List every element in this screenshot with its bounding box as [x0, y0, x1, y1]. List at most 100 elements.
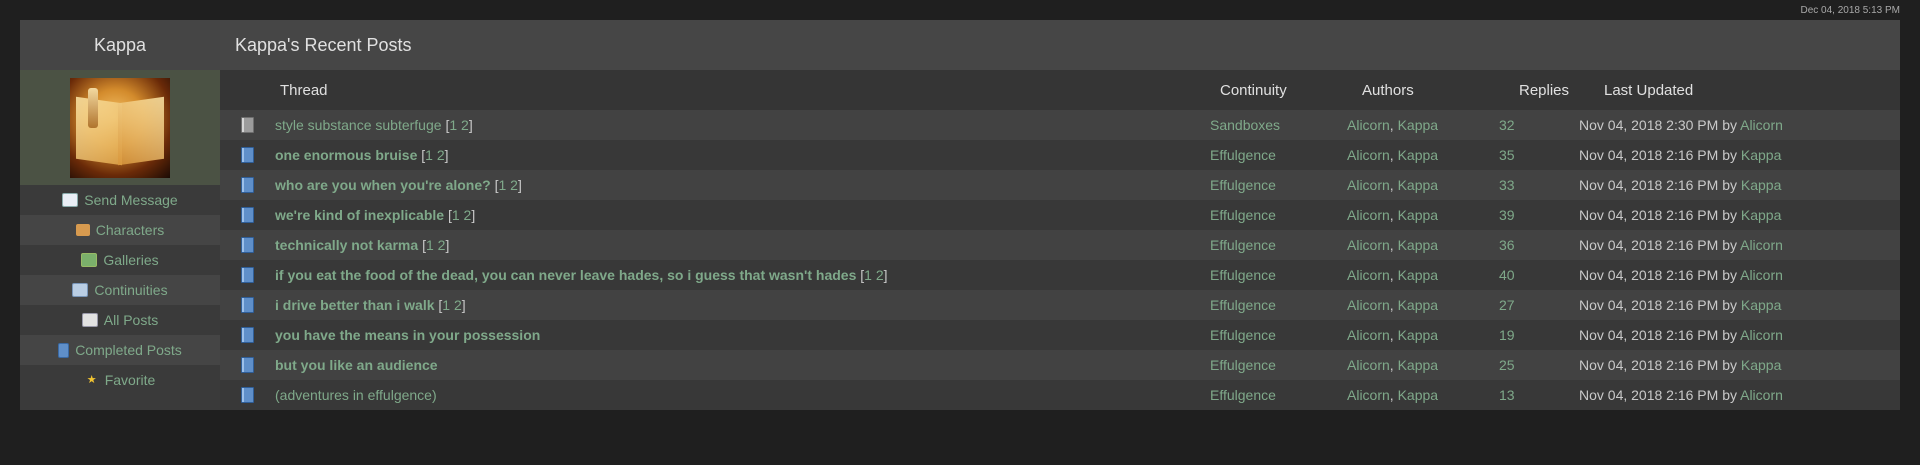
- continuity-link[interactable]: Sandboxes: [1210, 117, 1347, 133]
- author-link[interactable]: Alicorn: [1347, 267, 1390, 283]
- avatar[interactable]: [70, 77, 170, 178]
- sidebar-item-characters[interactable]: Characters: [20, 215, 220, 245]
- page-link[interactable]: 2: [437, 147, 445, 163]
- author-link[interactable]: Alicorn: [1347, 387, 1390, 403]
- sidebar-item-continuities[interactable]: Continuities: [20, 275, 220, 305]
- authors-cell: Alicorn, Kappa: [1347, 177, 1499, 193]
- page-link[interactable]: 1: [864, 267, 872, 283]
- sidebar-item-all-posts[interactable]: All Posts: [20, 305, 220, 335]
- post-icon: [241, 267, 254, 283]
- author-link[interactable]: Kappa: [1398, 117, 1438, 133]
- table-row: if you eat the food of the dead, you can…: [220, 260, 1900, 290]
- thread-link[interactable]: technically not karma: [275, 237, 418, 253]
- last-updated-author-link[interactable]: Alicorn: [1740, 387, 1783, 403]
- author-link[interactable]: Alicorn: [1347, 177, 1390, 193]
- page-link[interactable]: 1: [442, 297, 450, 313]
- author-link[interactable]: Kappa: [1398, 267, 1438, 283]
- replies-count[interactable]: 27: [1499, 297, 1579, 313]
- last-updated-author-link[interactable]: Alicorn: [1740, 237, 1783, 253]
- continuity-link[interactable]: Effulgence: [1210, 267, 1347, 283]
- author-link[interactable]: Kappa: [1398, 387, 1438, 403]
- page-link[interactable]: 1: [426, 237, 434, 253]
- sidebar-item-completed-posts[interactable]: Completed Posts: [20, 335, 220, 365]
- author-link[interactable]: Kappa: [1398, 177, 1438, 193]
- author-link[interactable]: Kappa: [1398, 357, 1438, 373]
- page-title: Kappa's Recent Posts: [220, 20, 1900, 70]
- replies-count[interactable]: 13: [1499, 387, 1579, 403]
- continuity-link[interactable]: Effulgence: [1210, 237, 1347, 253]
- author-link[interactable]: Kappa: [1398, 147, 1438, 163]
- continuity-link[interactable]: Effulgence: [1210, 147, 1347, 163]
- thread-link[interactable]: we're kind of inexplicable: [275, 207, 444, 223]
- author-link[interactable]: Kappa: [1398, 327, 1438, 343]
- last-updated-author-link[interactable]: Alicorn: [1740, 327, 1783, 343]
- authors-cell: Alicorn, Kappa: [1347, 357, 1499, 373]
- replies-count[interactable]: 33: [1499, 177, 1579, 193]
- thread-link[interactable]: one enormous bruise: [275, 147, 417, 163]
- authors-cell: Alicorn, Kappa: [1347, 297, 1499, 313]
- last-updated-author-link[interactable]: Kappa: [1741, 297, 1781, 313]
- last-updated-date: Nov 04, 2018 2:16 PM: [1579, 357, 1719, 373]
- author-link[interactable]: Alicorn: [1347, 297, 1390, 313]
- sidebar-item-send-message[interactable]: Send Message: [20, 185, 220, 215]
- author-link[interactable]: Alicorn: [1347, 237, 1390, 253]
- author-link[interactable]: Kappa: [1398, 297, 1438, 313]
- thread-link[interactable]: you have the means in your possession: [275, 327, 540, 343]
- sidebar-username[interactable]: Kappa: [20, 20, 220, 70]
- author-link[interactable]: Alicorn: [1347, 357, 1390, 373]
- continuity-link[interactable]: Effulgence: [1210, 207, 1347, 223]
- last-updated-cell: Nov 04, 2018 2:16 PM by Alicorn: [1579, 267, 1900, 283]
- replies-count[interactable]: 39: [1499, 207, 1579, 223]
- table-row: i drive better than i walk [1 2] Effulgen…: [220, 290, 1900, 320]
- continuity-link[interactable]: Effulgence: [1210, 387, 1347, 403]
- table-row: technically not karma [1 2] Effulgence Ali…: [220, 230, 1900, 260]
- thread-link[interactable]: who are you when you're alone?: [275, 177, 491, 193]
- continuities-icon: [72, 283, 89, 297]
- thread-cell: (adventures in effulgence): [275, 387, 1210, 403]
- page-link[interactable]: 2: [454, 297, 462, 313]
- page-link[interactable]: 2: [876, 267, 884, 283]
- thread-link[interactable]: (adventures in effulgence): [275, 387, 437, 403]
- author-link[interactable]: Kappa: [1398, 237, 1438, 253]
- continuity-link[interactable]: Effulgence: [1210, 297, 1347, 313]
- replies-count[interactable]: 35: [1499, 147, 1579, 163]
- author-link[interactable]: Kappa: [1398, 207, 1438, 223]
- last-updated-author-link[interactable]: Kappa: [1741, 207, 1781, 223]
- last-updated-author-link[interactable]: Kappa: [1741, 177, 1781, 193]
- thread-link[interactable]: style substance subterfuge: [275, 117, 442, 133]
- last-updated-author-link[interactable]: Alicorn: [1740, 117, 1783, 133]
- author-link[interactable]: Alicorn: [1347, 117, 1390, 133]
- column-header-replies: Replies: [1519, 81, 1570, 99]
- author-link[interactable]: Alicorn: [1347, 147, 1390, 163]
- page-links-close-bracket: ]: [444, 147, 449, 163]
- post-status-icon-cell: [220, 147, 275, 163]
- author-link[interactable]: Alicorn: [1347, 327, 1390, 343]
- last-updated-date: Nov 04, 2018 2:30 PM: [1579, 117, 1719, 133]
- page-link[interactable]: 1: [449, 117, 457, 133]
- replies-count[interactable]: 40: [1499, 267, 1579, 283]
- table-row: one enormous bruise [1 2] Effulgence Alico…: [220, 140, 1900, 170]
- thread-link[interactable]: if you eat the food of the dead, you can…: [275, 267, 856, 283]
- thread-link[interactable]: but you like an audience: [275, 357, 438, 373]
- author-link[interactable]: Alicorn: [1347, 207, 1390, 223]
- replies-count[interactable]: 25: [1499, 357, 1579, 373]
- continuity-link[interactable]: Effulgence: [1210, 177, 1347, 193]
- page-link[interactable]: 2: [461, 117, 469, 133]
- last-updated-author-link[interactable]: Kappa: [1741, 357, 1781, 373]
- page-link[interactable]: 1: [498, 177, 506, 193]
- replies-count[interactable]: 36: [1499, 237, 1579, 253]
- continuity-link[interactable]: Effulgence: [1210, 357, 1347, 373]
- sidebar-item-favorite[interactable]: ★ Favorite: [20, 365, 220, 395]
- replies-count[interactable]: 32: [1499, 117, 1579, 133]
- page-link[interactable]: 2: [510, 177, 518, 193]
- last-updated-author-link[interactable]: Kappa: [1741, 147, 1781, 163]
- page-link[interactable]: 1: [425, 147, 433, 163]
- authors-cell: Alicorn, Kappa: [1347, 237, 1499, 253]
- last-updated-author-link[interactable]: Alicorn: [1740, 267, 1783, 283]
- sidebar-item-galleries[interactable]: Galleries: [20, 245, 220, 275]
- table-header: Thread Continuity Authors Replies Last U…: [220, 70, 1900, 110]
- replies-count[interactable]: 19: [1499, 327, 1579, 343]
- continuity-link[interactable]: Effulgence: [1210, 327, 1347, 343]
- thread-link[interactable]: i drive better than i walk: [275, 297, 435, 313]
- page-link[interactable]: 1: [452, 207, 460, 223]
